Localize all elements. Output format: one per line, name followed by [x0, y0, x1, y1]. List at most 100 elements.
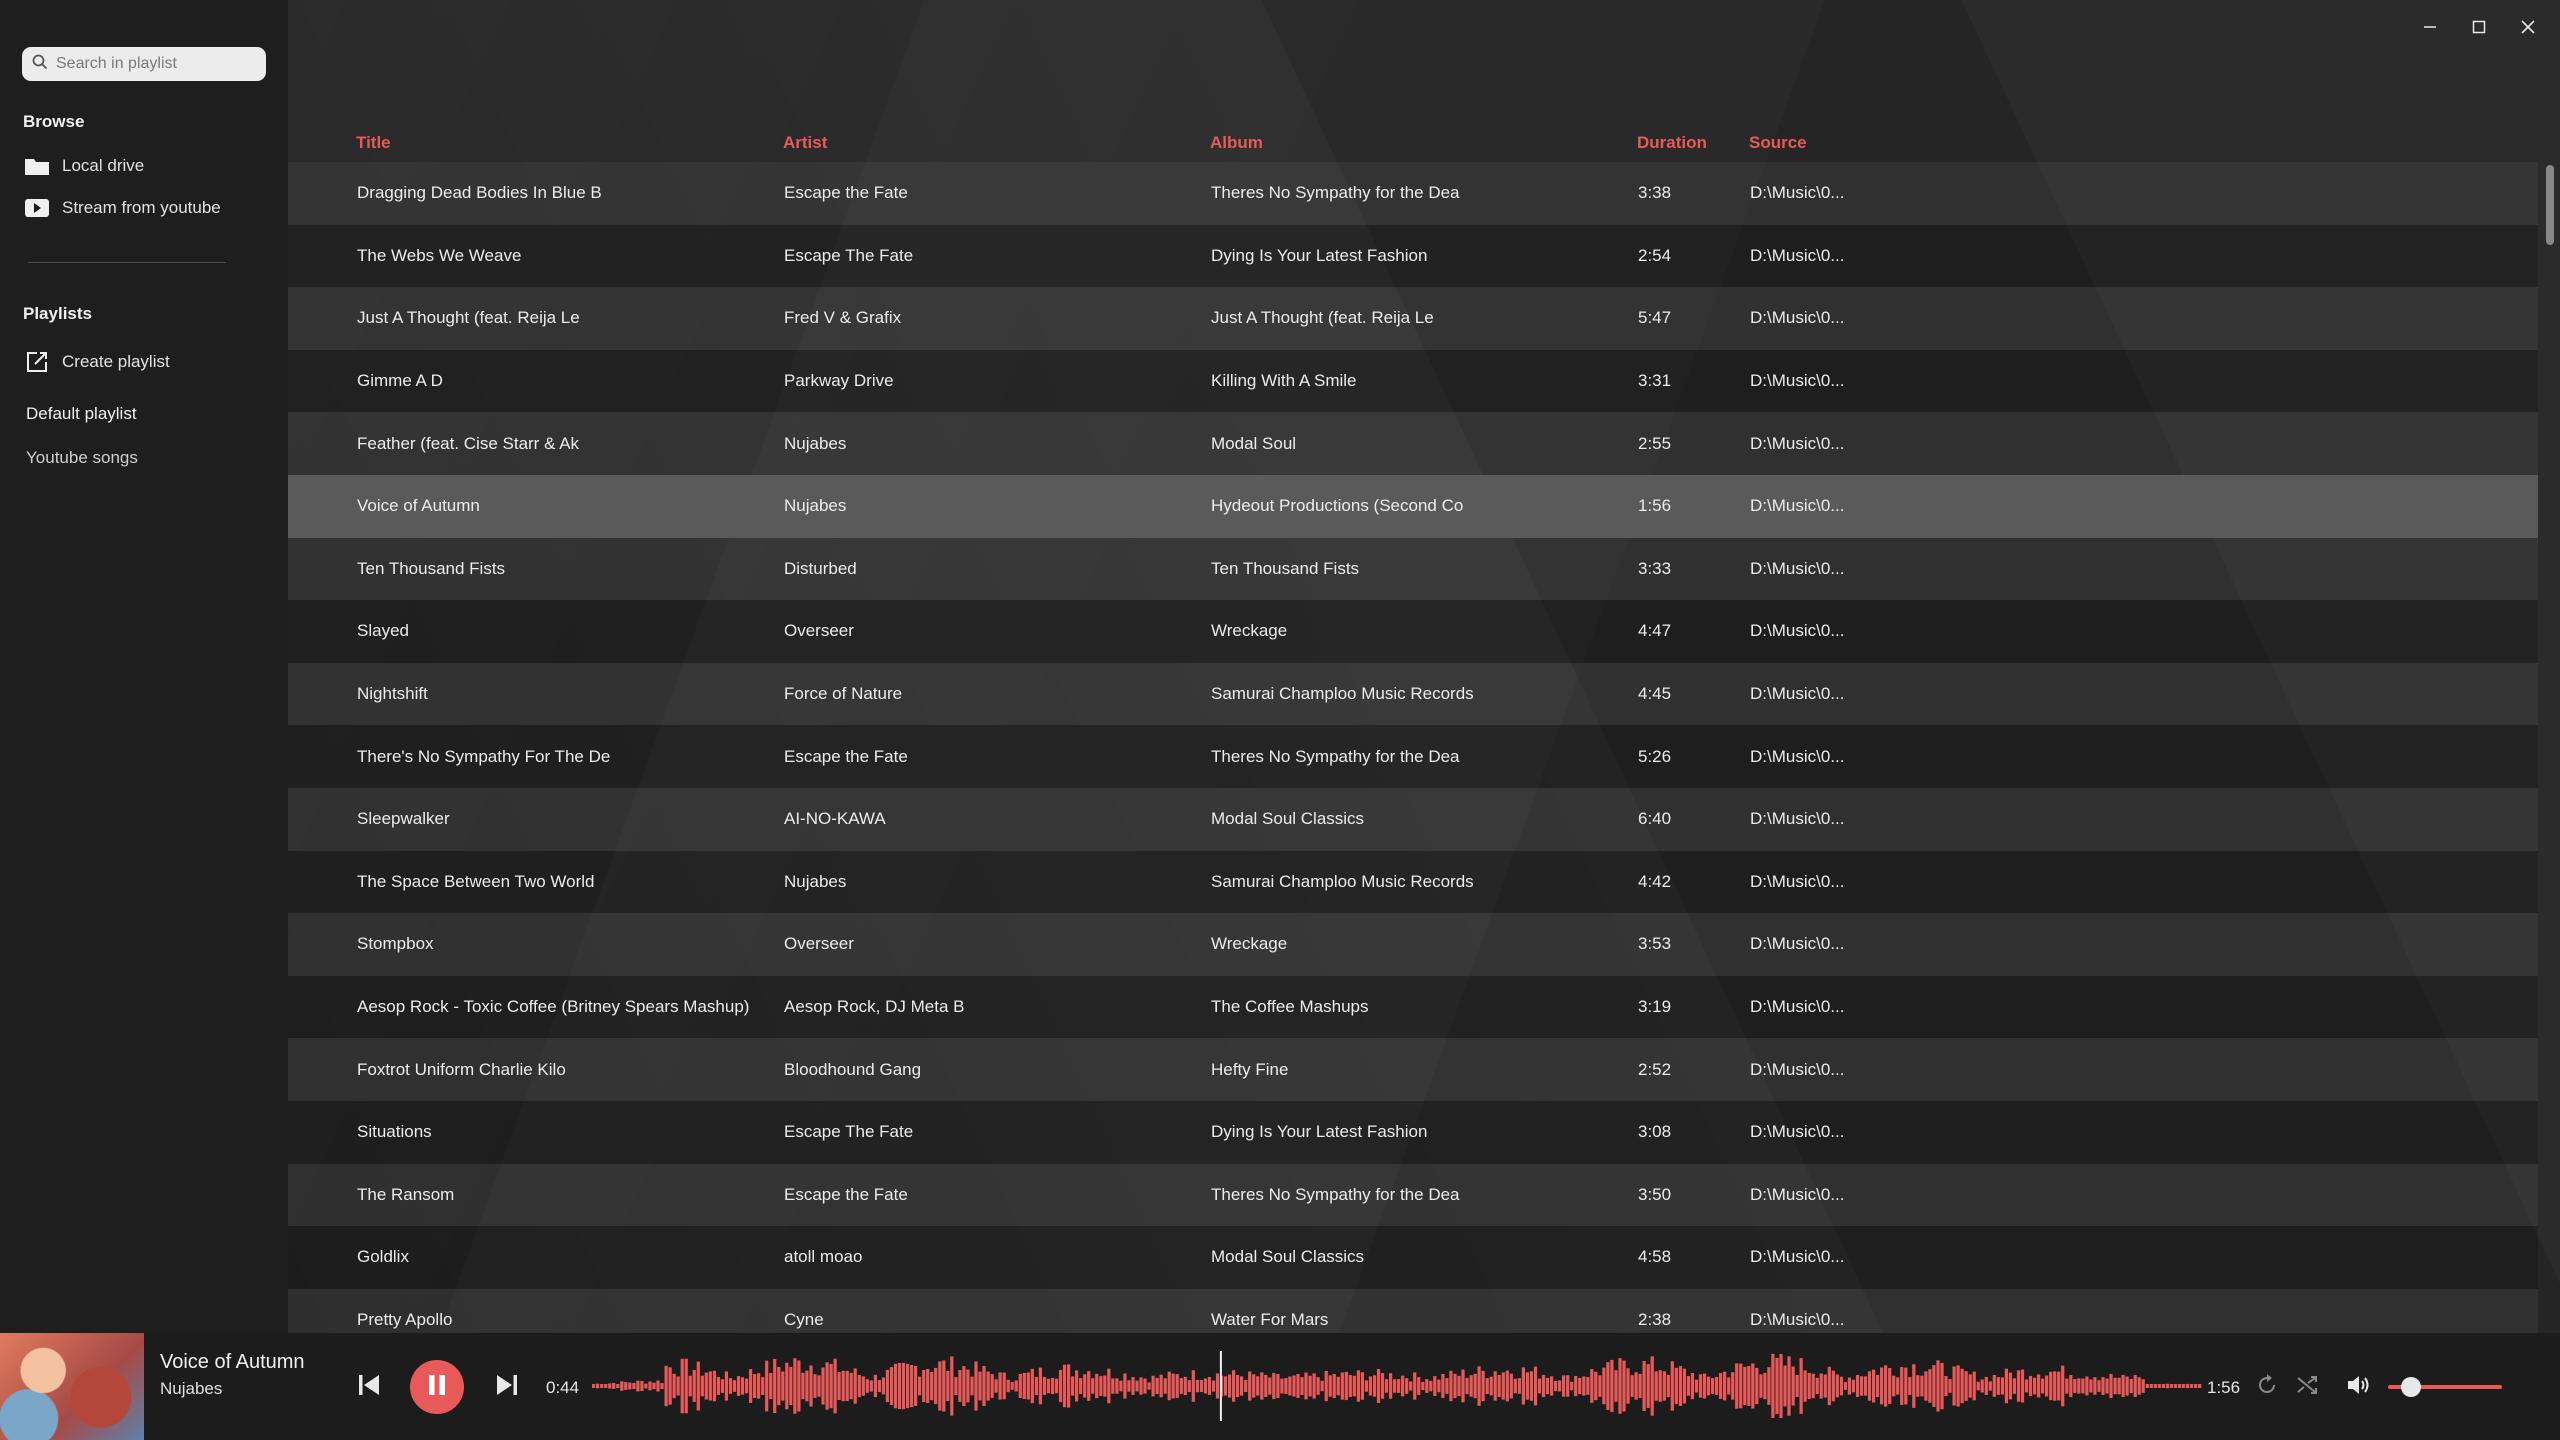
track-source: D:\Music\0...	[1750, 746, 1845, 766]
track-duration: 4:42	[1638, 871, 1672, 891]
close-button[interactable]	[2513, 14, 2543, 40]
volume-button[interactable]	[2344, 1373, 2374, 1401]
waveform-bar	[1191, 1370, 1195, 1402]
waveform-bar	[1694, 1379, 1699, 1393]
waveform-bar	[1276, 1374, 1280, 1398]
waveform-bar	[1312, 1373, 1316, 1399]
waveform-bar	[1811, 1373, 1815, 1399]
table-row[interactable]: The Webs We Weave Escape The Fate Dying Is…	[288, 224, 2538, 288]
waveform-bar	[1843, 1382, 1848, 1390]
waveform-bar	[1171, 1373, 1175, 1399]
waveform-bar	[1042, 1377, 1047, 1395]
waveform-bar	[1582, 1376, 1586, 1396]
table-row[interactable]: Pretty Apollo Cyne Water For Mars 2:38 D:\Mu…	[288, 1288, 2538, 1333]
waveform-bar	[1988, 1381, 1992, 1391]
create-playlist-button[interactable]: Create playlist	[24, 351, 170, 373]
table-row[interactable]: Slayed Overseer Wreckage 4:47 D:\Music\0...	[288, 600, 2538, 663]
table-row[interactable]: Dragging Dead Bodies In Blue B Escape the…	[288, 162, 2538, 225]
waveform-bar	[664, 1365, 668, 1407]
table-row[interactable]: Situations Escape The Fate Dying Is Your L…	[288, 1100, 2538, 1164]
shuffle-button[interactable]	[2293, 1373, 2321, 1401]
waveform-bar	[1336, 1376, 1340, 1396]
waveform-bar	[954, 1377, 958, 1395]
waveform-bar	[841, 1370, 845, 1402]
waveform-bar	[1203, 1378, 1208, 1394]
elapsed-time: 0:44	[546, 1378, 580, 1397]
table-row[interactable]: There's No Sympathy For The De Escape the…	[288, 725, 2538, 788]
table-row[interactable]: Goldlix atoll moao Modal Soul Classics 4:58…	[288, 1226, 2538, 1289]
table-row[interactable]: The Space Between Two World Nujabes Samura…	[288, 850, 2538, 914]
waveform-bar	[1775, 1357, 1779, 1414]
table-row[interactable]: Just A Thought (feat. Reija Le Fred V & G…	[288, 287, 2538, 350]
search-input[interactable]	[54, 54, 258, 74]
waveform-bar	[749, 1369, 753, 1403]
waveform-bar	[813, 1374, 817, 1398]
next-button[interactable]	[490, 1370, 524, 1404]
waveform-bar	[1747, 1366, 1751, 1406]
column-header-album[interactable]: Album	[1210, 133, 1263, 153]
maximize-button[interactable]	[2464, 14, 2494, 40]
waveform-bar	[1409, 1381, 1413, 1391]
track-artist: Escape The Fate	[784, 245, 914, 265]
waveform-bar	[2037, 1374, 2041, 1398]
waveform-bar	[1517, 1378, 1522, 1394]
waveform-bar	[1550, 1376, 1554, 1396]
sidebar-item-stream-youtube[interactable]: Stream from youtube	[24, 197, 221, 219]
previous-button[interactable]	[352, 1370, 386, 1404]
waveform-bar	[1525, 1372, 1530, 1400]
waveform-bar	[1441, 1374, 1445, 1398]
waveform-bar	[1867, 1371, 1872, 1401]
waveform-bar	[946, 1371, 950, 1401]
table-row[interactable]: The Ransom Escape the Fate Theres No Sympa…	[288, 1163, 2538, 1227]
repeat-button[interactable]	[2253, 1373, 2281, 1401]
table-row[interactable]: Feather (feat. Cise Starr & Ak Nujabes Mod…	[288, 412, 2538, 475]
track-duration: 2:52	[1638, 1059, 1672, 1079]
track-artist: Aesop Rock, DJ Meta B	[784, 997, 965, 1017]
sidebar-item-local-drive[interactable]: Local drive	[24, 155, 144, 177]
search-box[interactable]	[22, 47, 266, 81]
table-row[interactable]: Sleepwalker AI-NO-KAWA Modal Soul Classics…	[288, 787, 2538, 851]
playlist-youtube-songs[interactable]: Youtube songs	[26, 448, 138, 468]
waveform-seekbar[interactable]	[592, 1351, 2202, 1421]
waveform-bar	[1839, 1376, 1844, 1396]
pause-button[interactable]	[410, 1360, 464, 1414]
track-album: Dying Is Your Latest Fashion	[1211, 245, 1428, 265]
waveform-bar	[1473, 1373, 1477, 1399]
waveform-bar	[2089, 1379, 2093, 1393]
waveform-bar	[1594, 1371, 1598, 1401]
playhead[interactable]	[1219, 1351, 1222, 1421]
waveform-bar	[861, 1376, 865, 1396]
waveform-bar	[660, 1383, 664, 1389]
waveform-bar	[2121, 1374, 2125, 1397]
track-album: Modal Soul Classics	[1211, 809, 1365, 829]
minimize-button[interactable]	[2415, 14, 2445, 40]
playlist-default[interactable]: Default playlist	[26, 404, 137, 424]
table-row[interactable]: Stompbox Overseer Wreckage 3:53 D:\Music\0..…	[288, 913, 2538, 976]
waveform-bar	[2020, 1369, 2025, 1403]
waveform-bar	[1384, 1379, 1389, 1393]
table-row[interactable]: Voice of Autumn Nujabes Hydeout Production…	[288, 474, 2538, 538]
scrollbar-thumb[interactable]	[2546, 165, 2554, 245]
table-row[interactable]: Foxtrot Uniform Charlie Kilo Bloodhound G…	[288, 1038, 2538, 1101]
table-row[interactable]: Nightshift Force of Nature Samurai Champlo…	[288, 662, 2538, 726]
waveform-bar	[1087, 1371, 1091, 1401]
waveform-bar	[1300, 1377, 1304, 1395]
waveform-bar	[1908, 1377, 1912, 1395]
column-header-duration[interactable]: Duration	[1637, 133, 1707, 153]
waveform-bar	[1079, 1378, 1083, 1394]
waveform-bar	[1223, 1376, 1228, 1396]
column-header-source[interactable]: Source	[1749, 133, 1807, 153]
scrollbar[interactable]	[2546, 165, 2554, 1325]
waveform-bar	[974, 1361, 978, 1411]
column-header-title[interactable]: Title	[356, 133, 391, 153]
waveform-bar	[1151, 1375, 1155, 1397]
table-row[interactable]: Ten Thousand Fists Disturbed Ten Thousand …	[288, 537, 2538, 601]
volume-slider-thumb[interactable]	[2400, 1377, 2421, 1397]
waveform-bar	[1058, 1369, 1063, 1403]
table-row[interactable]: Gimme A D Parkway Drive Killing With A Smi…	[288, 349, 2538, 413]
waveform-bar	[1876, 1374, 1880, 1398]
column-header-artist[interactable]: Artist	[783, 133, 827, 153]
table-row[interactable]: Aesop Rock - Toxic Coffee (Britney Spear…	[288, 975, 2538, 1039]
waveform-bar	[918, 1376, 922, 1396]
waveform-bar	[720, 1379, 725, 1393]
